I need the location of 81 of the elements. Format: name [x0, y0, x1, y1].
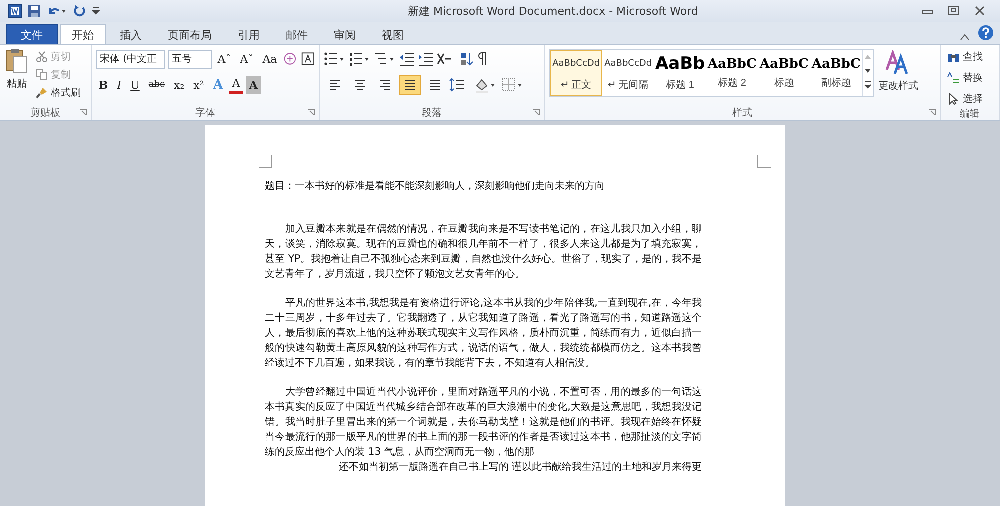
font-button[interactable]: I [114, 76, 125, 94]
paintbrush-icon [36, 86, 48, 98]
close-icon[interactable] [974, 6, 986, 16]
font-button[interactable]: U [128, 76, 143, 94]
increase-indent-icon[interactable] [418, 51, 434, 67]
alignment-button[interactable] [398, 75, 421, 95]
font-button[interactable]: A [246, 76, 261, 94]
paragraph-mark-icon[interactable] [476, 51, 489, 67]
dialog-launcher-icon[interactable] [308, 109, 315, 116]
group-label: 编辑 [960, 108, 980, 121]
corner-mark-icon [259, 155, 273, 169]
font-button[interactable]: Aa [260, 50, 280, 68]
ribbon-tab[interactable]: 邮件 [274, 24, 320, 44]
editing-button[interactable]: 替换 [944, 69, 995, 86]
paste-button[interactable]: 粘贴 [4, 48, 30, 106]
font-button[interactable]: x² [190, 76, 208, 94]
shading-icon[interactable] [474, 77, 498, 93]
style-item[interactable]: AaBbCcDd ↵ 正文 [550, 50, 602, 96]
change-styles-button[interactable]: 更改样式 [878, 48, 918, 106]
group-label: 字体 [195, 106, 216, 120]
editing-button[interactable]: 选择 [944, 90, 995, 107]
font-button[interactable]: A [229, 76, 244, 94]
copy-icon [36, 68, 48, 80]
style-item[interactable]: AaBbC 标题 [758, 50, 810, 96]
collapse-ribbon-icon[interactable] [960, 33, 970, 41]
font-button[interactable]: abc [146, 76, 168, 94]
group-label: 剪贴板 [30, 106, 60, 120]
help-icon[interactable] [978, 25, 994, 41]
ribbon-tab[interactable]: 视图 [370, 24, 416, 44]
decrease-indent-icon[interactable] [398, 51, 415, 67]
word-icon[interactable] [8, 4, 22, 18]
group-label: 样式 [732, 106, 753, 120]
bullet-list-icon[interactable] [324, 51, 346, 67]
ribbon-tab[interactable]: 开始 [60, 24, 106, 44]
style-item[interactable]: AaBbCcDd ↵ 无间隔 [602, 50, 654, 96]
font-button[interactable]: x₂ [171, 76, 188, 94]
style-item[interactable]: AaBbC 副标题 [810, 50, 862, 96]
ribbon-tab[interactable]: 审阅 [322, 24, 368, 44]
restore-icon[interactable] [948, 6, 960, 16]
ribbon-tab[interactable]: 文件 [6, 24, 58, 44]
borders-icon[interactable] [500, 77, 525, 93]
dialog-launcher-icon[interactable] [928, 109, 936, 116]
font-name-field[interactable]: 宋体 (中文正 [96, 50, 165, 68]
replace-icon [946, 72, 960, 84]
font-size-field[interactable]: 五号 [168, 50, 212, 68]
style-item[interactable]: AaBb 标题 1 [654, 50, 706, 96]
dialog-launcher-icon[interactable] [80, 109, 87, 116]
numbered-list-icon[interactable] [348, 51, 371, 67]
save-icon[interactable] [28, 4, 41, 18]
body-paragraph: 大学曾经翻过中国近当代小说评价，里面对路遥平凡的小说，不置可否，用的最多的一句话这本书真实的反应了中国近当代城乡结合部在改革的巨大浪潮中的变化,大致是这意思吧，我想我没记错。我当时肚子里冒出来的第一个词就是，去你马勒戈壁！这就是他们的书评。我现在始终在怀疑当今最流行的那一版平凡的世界的书上面的那一段书评的作者是否读过这本书，他那扯淡的文字简练的反应出他个人的装 13 气息，从而空洞而无一物，他的那 [265, 386, 702, 460]
customize-toolbar-icon[interactable] [92, 5, 100, 17]
group-label: 段落 [422, 106, 442, 120]
body-text-line: 还不如当初第一版路遥在自己书上写的 谨以此书献给我生活过的土地和岁月来得更 [338, 460, 702, 475]
window-title: 新建 Microsoft Word Document.docx - Microsoft Word [407, 4, 700, 18]
document-title: 题目：一本书好的标准是看能不能深刻影响人，深刻影响他们走向未来的方向 [265, 180, 606, 194]
alignment-lines-icon [352, 79, 367, 91]
font-button[interactable]: B [96, 76, 112, 94]
alignment-lines-icon [428, 79, 442, 91]
redo-icon[interactable] [73, 4, 86, 18]
editing-button[interactable]: 查找 [944, 48, 995, 65]
character-border-icon[interactable] [300, 51, 315, 67]
body-paragraph: 平凡的世界这本书,我想我是有资格进行评论,这本书从我的少年陪伴我,一直到现在,在，今年我二十三周岁，十多年过去了。它我翻透了，从它我知道了路遥，看光了路遥写的书，知道路遥这个人，最后彻底的喜欢上他的这种苏联式现实主义写作风格，质朴而沉重，简练而有力，近似白描一般的快速勾勒黄土高原风貌的这种写作方式，说话的语气，做人，我统统都模而仿之。这本书我曾经读过不下几百遍，如果我说，有的章节我能背下去，不知道有人相信没。 [265, 296, 702, 371]
dialog-launcher-icon[interactable] [533, 109, 540, 116]
style-item[interactable]: AaBbC 标题 2 [706, 50, 758, 96]
alignment-lines-icon [378, 79, 392, 91]
ribbon-tab[interactable]: 页面布局 [156, 24, 224, 44]
font-button[interactable]: Aˆ [214, 50, 234, 68]
corner-mark-icon [757, 155, 771, 169]
clipboard-icon [6, 48, 28, 74]
sort-icon[interactable] [460, 51, 474, 67]
ribbon-tab[interactable]: 引用 [226, 24, 272, 44]
alignment-lines-icon [328, 79, 342, 91]
alignment-lines-icon [402, 79, 417, 91]
clipboard-button[interactable]: 格式刷 [34, 84, 83, 101]
body-paragraph: 加入豆瓣本来就是在偶然的情况，在豆瓣我向来是不写读书笔记的，在这儿我只加入小组，聊天，谈笑，消除寂寞。现在的豆瓣也的确和很几年前不一样了，很多人来这儿都是为了填充寂寞，甚至 YP。我抱着让自己不孤独心态来到豆瓣，自然也没什么好心。世俗了，现实了，是的，我不是文艺青年了，岁月流逝，我只空怀了颗泡文艺女青年的心。 [265, 222, 702, 282]
ribbon-tab[interactable]: 插入 [108, 24, 154, 44]
font-button[interactable]: Aˇ [237, 50, 257, 68]
phonetic-icon[interactable] [283, 51, 298, 67]
multilevel-list-icon[interactable] [374, 51, 396, 67]
cursor-icon [946, 92, 960, 104]
scissors-icon [36, 50, 48, 62]
